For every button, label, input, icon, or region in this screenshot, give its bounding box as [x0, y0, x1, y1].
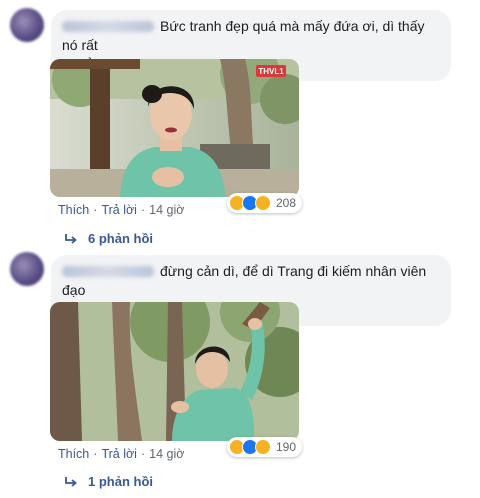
replies-count[interactable]: 1 phản hồi	[88, 474, 153, 489]
reaction-summary[interactable]: 208	[227, 193, 303, 213]
separator-dot: ·	[140, 203, 146, 217]
author-name[interactable]	[62, 21, 154, 32]
reply-link[interactable]: Trả lời	[101, 447, 137, 461]
reaction-count: 190	[276, 440, 297, 454]
view-replies-link[interactable]: 1 phản hồi	[64, 474, 153, 489]
separator-dot: ·	[140, 447, 146, 461]
reply-arrow-icon	[65, 233, 77, 244]
sad-icon	[255, 195, 271, 211]
comment-photo[interactable]: THVL1	[50, 59, 299, 197]
author-name[interactable]	[62, 266, 154, 277]
channel-logo: THVL1	[258, 67, 284, 76]
avatar[interactable]	[10, 8, 44, 42]
reply-arrow-icon	[65, 476, 77, 487]
comment-photo[interactable]	[50, 302, 299, 441]
comment-actions: Thích · Trả lời · 14 giờ	[58, 447, 184, 461]
reply-link[interactable]: Trả lời	[101, 203, 137, 217]
sad-icon	[255, 439, 271, 455]
separator-dot: ·	[93, 447, 98, 461]
separator-dot: ·	[93, 203, 98, 217]
reaction-summary[interactable]: 190	[227, 437, 303, 457]
like-link[interactable]: Thích	[58, 203, 89, 217]
comment-actions: Thích · Trả lời · 14 giờ	[58, 203, 184, 217]
avatar[interactable]	[10, 252, 44, 286]
timestamp[interactable]: 14 giờ	[149, 447, 184, 461]
replies-count[interactable]: 6 phản hồi	[88, 231, 153, 246]
timestamp[interactable]: 14 giờ	[149, 203, 184, 217]
like-link[interactable]: Thích	[58, 447, 89, 461]
view-replies-link[interactable]: 6 phản hồi	[64, 231, 153, 246]
reaction-count: 208	[276, 196, 297, 210]
